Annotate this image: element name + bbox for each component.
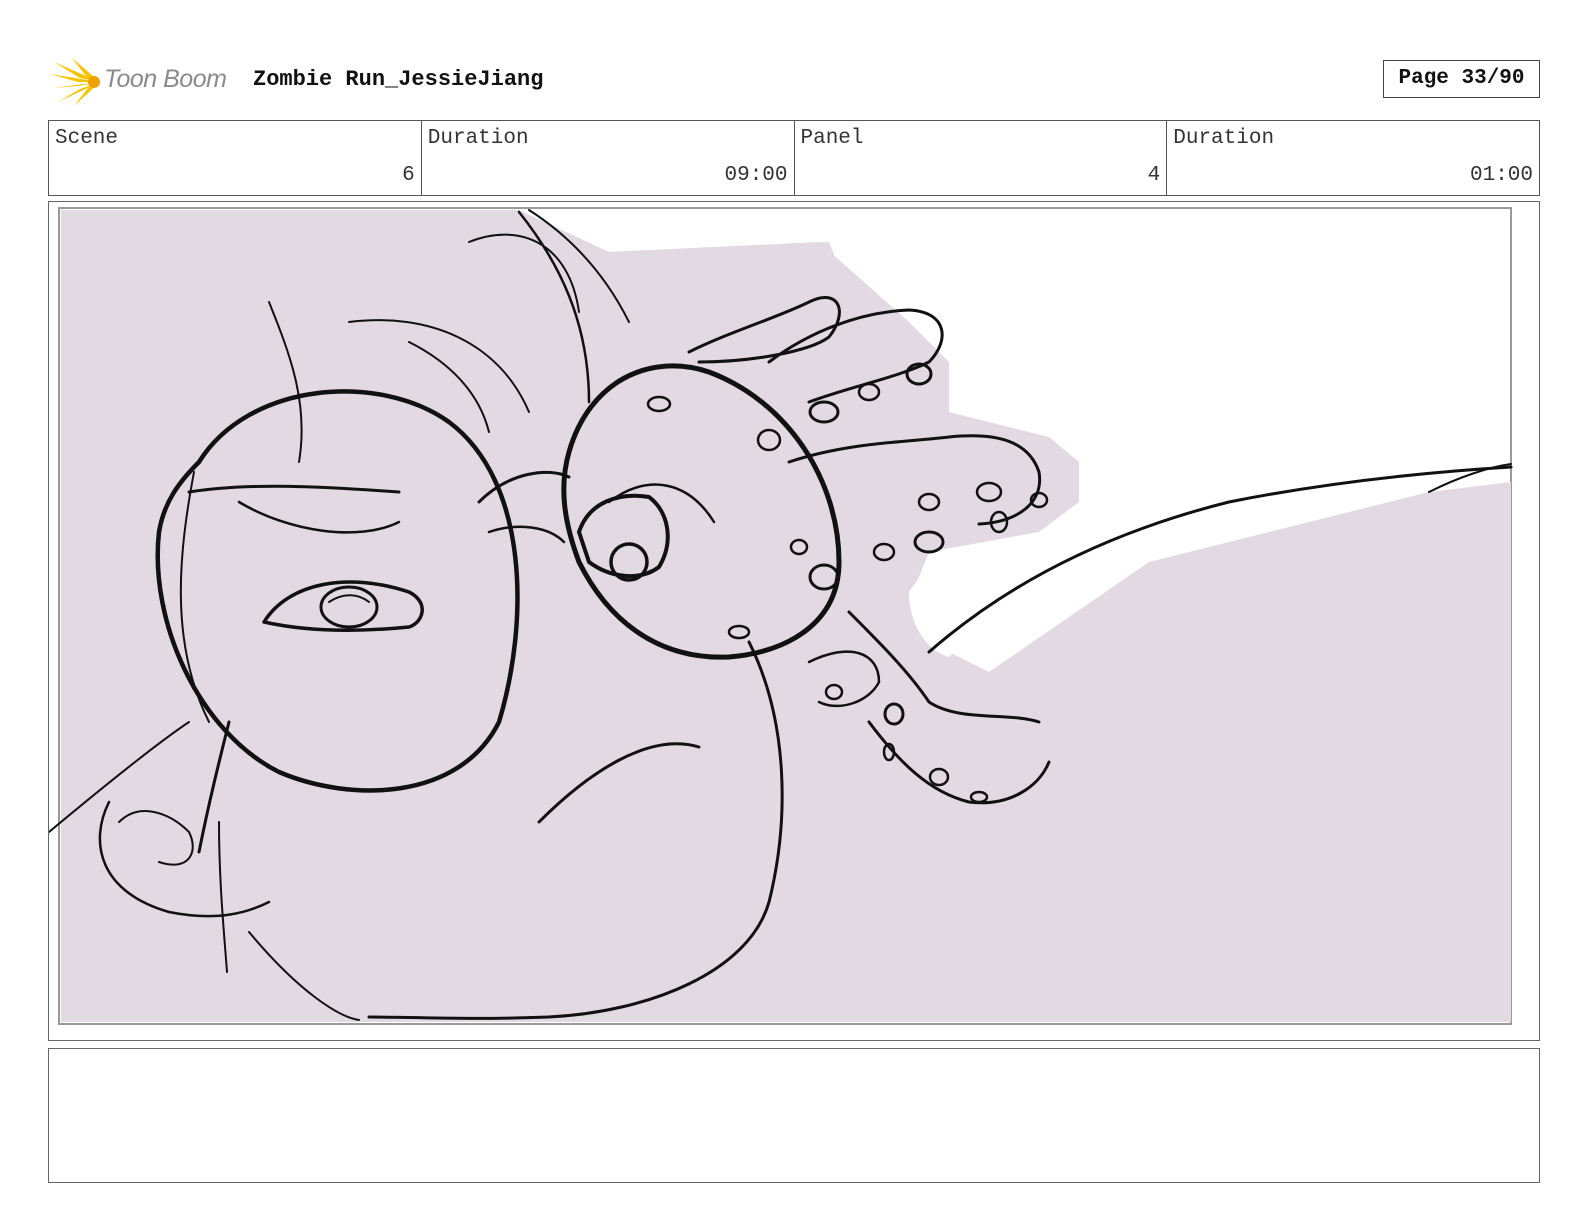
panel-cell: Panel 4 xyxy=(795,121,1168,195)
scene-duration-cell: Duration 09:00 xyxy=(422,121,795,195)
panel-sketch-image xyxy=(49,207,1513,1025)
scene-label: Scene xyxy=(55,127,119,150)
toon-boom-logo: Toon Boom xyxy=(50,56,240,106)
panel-notes-box xyxy=(48,1048,1540,1183)
page-indicator: Page 33/90 xyxy=(1383,60,1540,98)
scene-duration-value: 09:00 xyxy=(724,164,788,187)
starburst-icon xyxy=(50,58,100,106)
sketch-fill xyxy=(61,210,1511,1022)
scene-value: 6 xyxy=(402,164,415,187)
panel-duration-cell: Duration 01:00 xyxy=(1167,121,1539,195)
panel-label: Panel xyxy=(800,127,864,150)
project-title: Zombie Run_JessieJiang xyxy=(253,67,544,92)
page-header: Toon Boom Zombie Run_JessieJiang Page 33… xyxy=(48,56,1540,106)
panel-duration-value: 01:00 xyxy=(1469,164,1533,187)
panel-duration-label: Duration xyxy=(1173,127,1275,150)
scene-cell: Scene 6 xyxy=(49,121,422,195)
scene-duration-label: Duration xyxy=(427,127,529,150)
scene-info-table: Scene 6 Duration 09:00 Panel 4 Duration … xyxy=(48,120,1540,196)
logo-text: Toon Boom xyxy=(104,65,227,93)
storyboard-panel xyxy=(48,201,1540,1041)
panel-value: 4 xyxy=(1147,164,1161,187)
